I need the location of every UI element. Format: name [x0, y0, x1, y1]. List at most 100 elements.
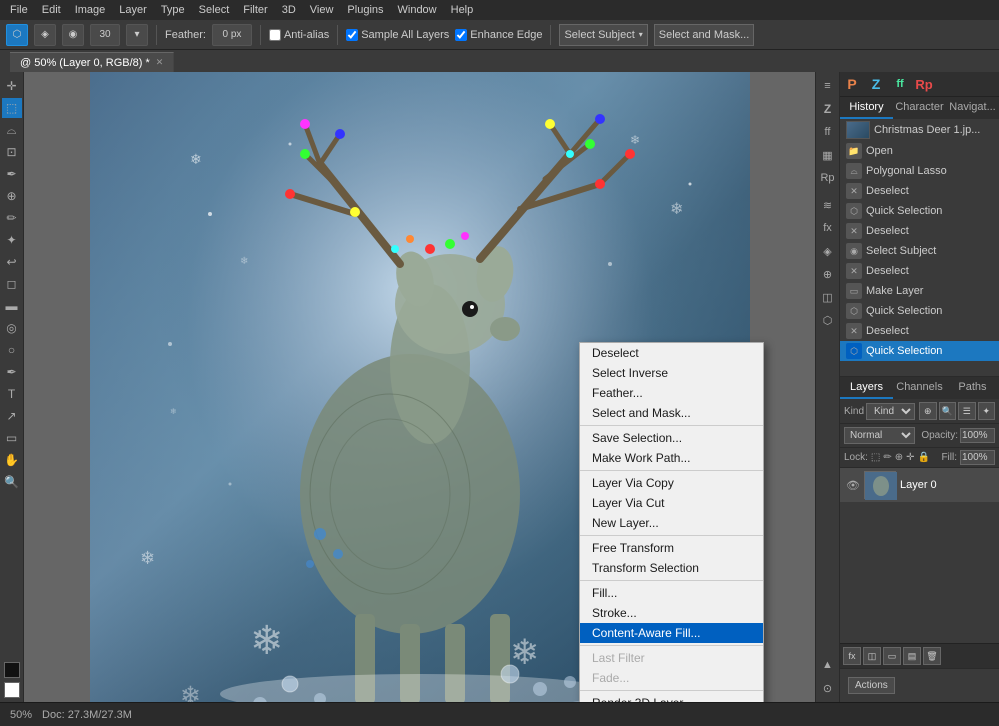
- background-color[interactable]: [4, 682, 20, 698]
- gradient-tool[interactable]: ▬: [2, 296, 22, 316]
- menu-3d[interactable]: 3D: [276, 2, 302, 18]
- hand-tool[interactable]: ✋: [2, 450, 22, 470]
- brush-tool[interactable]: ✏: [2, 208, 22, 228]
- sample-all-input[interactable]: [346, 29, 358, 41]
- ctx-layer-via-cut[interactable]: Layer Via Cut: [580, 493, 763, 513]
- enhance-edge-check[interactable]: Enhance Edge: [455, 29, 542, 41]
- lock-image-icon[interactable]: ✏: [883, 452, 891, 463]
- select-subject-dropdown[interactable]: Select Subject ▾: [559, 24, 647, 46]
- shape-tool[interactable]: ▭: [2, 428, 22, 448]
- tool-mode-2[interactable]: ◉: [62, 24, 84, 46]
- tab-channels[interactable]: Channels: [893, 377, 946, 399]
- layer-visibility-icon[interactable]: 👁: [846, 479, 860, 492]
- panel-icon-4[interactable]: ▦: [818, 145, 838, 165]
- tab-layers[interactable]: Layers: [840, 377, 893, 399]
- adobe-an-icon[interactable]: Rp: [912, 72, 936, 96]
- ctx-layer-via-copy[interactable]: Layer Via Copy: [580, 473, 763, 493]
- feather-value[interactable]: 0 px: [212, 24, 252, 46]
- adobe-ps-icon[interactable]: P: [840, 72, 864, 96]
- panel-icon-3[interactable]: ff: [818, 122, 838, 142]
- panel-icon-bottom1[interactable]: ▲: [818, 655, 838, 675]
- enhance-edge-input[interactable]: [455, 29, 467, 41]
- ctx-new-layer[interactable]: New Layer...: [580, 513, 763, 533]
- anti-alias-input[interactable]: [269, 29, 281, 41]
- ctx-make-work-path[interactable]: Make Work Path...: [580, 448, 763, 468]
- ctx-stroke[interactable]: Stroke...: [580, 603, 763, 623]
- tab-paths[interactable]: Paths: [946, 377, 999, 399]
- ctx-deselect[interactable]: Deselect: [580, 343, 763, 363]
- ctx-free-transform[interactable]: Free Transform: [580, 538, 763, 558]
- panel-icon-10[interactable]: ◫: [818, 287, 838, 307]
- menu-type[interactable]: Type: [155, 2, 191, 18]
- lock-transparent-icon[interactable]: ⬚: [871, 452, 880, 463]
- lock-position-icon[interactable]: ✛: [906, 452, 914, 463]
- zoom-tool[interactable]: 🔍: [2, 472, 22, 492]
- move-tool[interactable]: ✛: [2, 76, 22, 96]
- menu-view[interactable]: View: [304, 2, 340, 18]
- ctx-render-3d[interactable]: Render 3D Layer: [580, 693, 763, 702]
- menu-select[interactable]: Select: [193, 2, 236, 18]
- tab-navigator[interactable]: Navigat...: [946, 97, 999, 119]
- add-style-btn[interactable]: fx: [843, 647, 861, 665]
- menu-layer[interactable]: Layer: [113, 2, 153, 18]
- blend-mode-select[interactable]: Normal: [844, 427, 915, 444]
- magic-wand-tool[interactable]: ⬡: [6, 24, 28, 46]
- panel-icon-6[interactable]: ≋: [818, 195, 838, 215]
- blur-tool[interactable]: ◎: [2, 318, 22, 338]
- ctx-transform-selection[interactable]: Transform Selection: [580, 558, 763, 578]
- active-tab[interactable]: @ 50% (Layer 0, RGB/8) * ✕: [10, 52, 174, 72]
- tab-history[interactable]: History: [840, 97, 893, 119]
- anti-alias-check[interactable]: Anti-alias: [269, 29, 329, 41]
- adobe-br-icon[interactable]: Z: [864, 72, 888, 96]
- ctx-select-mask[interactable]: Select and Mask...: [580, 403, 763, 423]
- history-item-deselect3[interactable]: ✕ Deselect: [840, 261, 999, 281]
- history-item-quick3[interactable]: ⬡ Quick Selection: [840, 341, 999, 361]
- layers-btn3[interactable]: ☰: [958, 402, 976, 420]
- spot-heal-tool[interactable]: ⊕: [2, 186, 22, 206]
- sample-all-check[interactable]: Sample All Layers: [346, 29, 449, 41]
- history-item-open[interactable]: 📁 Open: [840, 141, 999, 161]
- tab-character[interactable]: Character: [893, 97, 946, 119]
- panel-icon-11[interactable]: ⬡: [818, 310, 838, 330]
- menu-file[interactable]: File: [4, 2, 34, 18]
- layer-item-0[interactable]: 👁 Layer 0: [840, 468, 999, 503]
- menu-help[interactable]: Help: [445, 2, 480, 18]
- ctx-content-aware-fill[interactable]: Content-Aware Fill...: [580, 623, 763, 643]
- delete-layer-btn[interactable]: 🗑: [923, 647, 941, 665]
- history-item-deselect4[interactable]: ✕ Deselect: [840, 321, 999, 341]
- panel-icon-7[interactable]: fx: [818, 218, 838, 238]
- dodge-tool[interactable]: ○: [2, 340, 22, 360]
- menu-window[interactable]: Window: [392, 2, 443, 18]
- add-mask-btn[interactable]: ◫: [863, 647, 881, 665]
- history-item-deselect1[interactable]: ✕ Deselect: [840, 181, 999, 201]
- history-item-deselect2[interactable]: ✕ Deselect: [840, 221, 999, 241]
- path-select-tool[interactable]: ↗: [2, 406, 22, 426]
- lasso-tool[interactable]: ⌓: [2, 120, 22, 140]
- menu-plugins[interactable]: Plugins: [341, 2, 389, 18]
- opacity-input[interactable]: [960, 428, 995, 443]
- menu-image[interactable]: Image: [69, 2, 112, 18]
- panel-icon-8[interactable]: ◈: [818, 241, 838, 261]
- pen-tool[interactable]: ✒: [2, 362, 22, 382]
- history-item-subject[interactable]: ◉ Select Subject: [840, 241, 999, 261]
- layers-btn2[interactable]: 🔍: [939, 402, 957, 420]
- kind-select[interactable]: Kind: [866, 403, 915, 420]
- history-item-quick1[interactable]: ⬡ Quick Selection: [840, 201, 999, 221]
- tool-mode-1[interactable]: ◈: [34, 24, 56, 46]
- panel-icon-5[interactable]: Rp: [818, 168, 838, 188]
- history-item-quick2[interactable]: ⬡ Quick Selection: [840, 301, 999, 321]
- panel-icon-1[interactable]: ≡: [818, 76, 838, 96]
- lock-artboard-icon[interactable]: ⊕: [895, 452, 903, 463]
- menu-edit[interactable]: Edit: [36, 2, 67, 18]
- foreground-color[interactable]: [4, 662, 20, 678]
- ctx-fill[interactable]: Fill...: [580, 583, 763, 603]
- history-brush-tool[interactable]: ↩: [2, 252, 22, 272]
- history-item-lasso[interactable]: ⌓ Polygonal Lasso: [840, 161, 999, 181]
- eraser-tool[interactable]: ◻: [2, 274, 22, 294]
- panel-icon-9[interactable]: ⊕: [818, 264, 838, 284]
- canvas-area[interactable]: ❄ ❄ ❄ ❄ ❄ ❄ ❄ ❄ ❄ ❄ ❄ ❄: [24, 72, 815, 702]
- layers-btn4[interactable]: ✦: [978, 402, 996, 420]
- brush-size[interactable]: 30: [90, 24, 120, 46]
- create-group-btn[interactable]: ▭: [883, 647, 901, 665]
- brush-picker[interactable]: ▾: [126, 24, 148, 46]
